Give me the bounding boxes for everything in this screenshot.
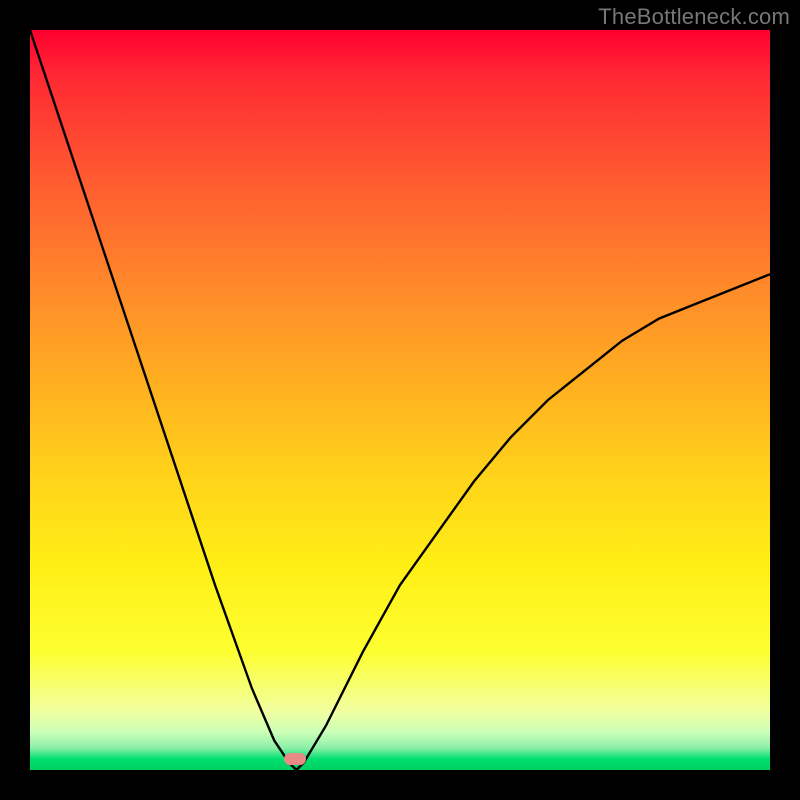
curve-svg [30, 30, 770, 770]
watermark-text: TheBottleneck.com [598, 4, 790, 30]
chart-stage: TheBottleneck.com [0, 0, 800, 800]
minimum-marker [284, 753, 306, 765]
bottleneck-curve [30, 30, 770, 770]
plot-area [30, 30, 770, 770]
